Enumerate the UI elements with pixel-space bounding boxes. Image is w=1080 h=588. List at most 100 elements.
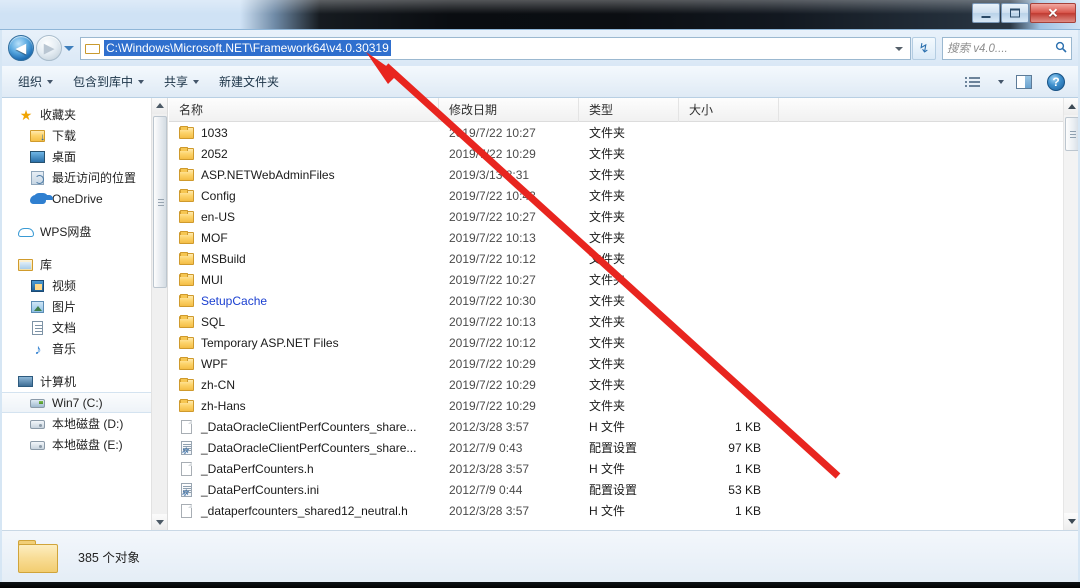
table-row[interactable]: ASP.NETWebAdminFiles 2019/3/13 8:31 文件夹 <box>169 164 1063 185</box>
table-row[interactable]: Config 2019/7/22 10:43 文件夹 <box>169 185 1063 206</box>
file-icon <box>179 419 195 435</box>
sidebar-item-local-disk-d[interactable]: 本地磁盘 (D:) <box>0 413 167 434</box>
sidebar-label: 本地磁盘 (D:) <box>52 417 124 431</box>
file-name-cell: MUI <box>169 272 439 288</box>
file-name-text: _DataOracleClientPerfCounters_share... <box>201 440 417 455</box>
scroll-up-button[interactable] <box>152 98 167 114</box>
file-type-cell: 文件夹 <box>589 399 626 413</box>
column-headers: 名称 修改日期 类型 大小 <box>169 97 1063 122</box>
view-chevron-down-icon[interactable] <box>998 79 1004 84</box>
column-header-size[interactable]: 大小 <box>679 97 779 122</box>
table-row[interactable]: SQL 2019/7/22 10:13 文件夹 <box>169 311 1063 332</box>
sidebar-divider <box>0 359 167 371</box>
sidebar-item-local-disk-e[interactable]: 本地磁盘 (E:) <box>0 434 167 455</box>
change-view-button[interactable] <box>965 71 990 93</box>
sidebar-group-computer[interactable]: 计算机 <box>0 371 167 392</box>
cloud-icon <box>30 191 46 207</box>
sidebar-label: 收藏夹 <box>40 108 77 122</box>
table-row[interactable]: _DataPerfCounters.h 2012/3/28 3:57 H 文件 1 K… <box>169 458 1063 479</box>
file-date-cell: 2019/7/22 10:29 <box>449 398 536 413</box>
close-button[interactable]: ✕ <box>1030 3 1076 23</box>
minimize-button[interactable] <box>972 3 1000 23</box>
file-name-cell: zh-Hans <box>169 398 439 414</box>
scroll-down-button[interactable] <box>152 514 167 530</box>
file-name-text: Config <box>201 188 236 203</box>
new-folder-button[interactable]: 新建文件夹 <box>209 69 289 94</box>
preview-pane-button[interactable] <box>1012 71 1036 93</box>
table-row[interactable]: MUI 2019/7/22 10:27 文件夹 <box>169 269 1063 290</box>
sidebar-group-libraries[interactable]: 库 <box>0 254 167 275</box>
table-row[interactable]: Temporary ASP.NET Files 2019/7/22 10:12 文件… <box>169 332 1063 353</box>
window-frame-bottom <box>0 582 1080 588</box>
sidebar-item-music[interactable]: ♪ 音乐 <box>0 338 167 359</box>
table-row[interactable]: zh-CN 2019/7/22 10:29 文件夹 <box>169 374 1063 395</box>
table-row[interactable]: _DataOracleClientPerfCounters_share... 20… <box>169 416 1063 437</box>
refresh-button[interactable]: ↯ <box>912 36 936 60</box>
file-size-cell: 1 KB <box>734 419 761 434</box>
sidebar-item-wps-cloud[interactable]: WPS网盘 <box>0 221 167 242</box>
status-bar: 385 个对象 <box>0 530 1080 582</box>
table-row[interactable]: en-US 2019/7/22 10:27 文件夹 <box>169 206 1063 227</box>
file-name-text: SetupCache <box>201 293 268 308</box>
file-name-cell: WPF <box>169 356 439 372</box>
file-type-cell: 文件夹 <box>589 252 626 266</box>
maximize-button[interactable] <box>1001 3 1029 23</box>
sidebar-label: 音乐 <box>52 342 77 356</box>
include-in-library-button[interactable]: 包含到库中 <box>63 69 154 94</box>
sidebar-item-onedrive[interactable]: OneDrive <box>0 188 167 209</box>
table-row[interactable]: WPF 2019/7/22 10:29 文件夹 <box>169 353 1063 374</box>
column-header-date[interactable]: 修改日期 <box>439 97 579 122</box>
history-dropdown-button[interactable] <box>62 35 76 61</box>
column-header-name[interactable]: 名称 <box>169 97 439 122</box>
file-name-text: zh-Hans <box>201 398 246 413</box>
chevron-down-icon <box>193 79 200 84</box>
sidebar-item-desktop[interactable]: 桌面 <box>0 146 167 167</box>
forward-button[interactable]: ▶ <box>36 35 62 61</box>
address-chevron-down-icon[interactable] <box>890 38 908 59</box>
table-row[interactable]: SetupCache 2019/7/22 10:30 文件夹 <box>169 290 1063 311</box>
file-name-cell: Temporary ASP.NET Files <box>169 335 439 351</box>
file-name-text: _dataperfcounters_shared12_neutral.h <box>201 503 408 518</box>
table-row[interactable]: 2052 2019/7/22 10:29 文件夹 <box>169 143 1063 164</box>
sidebar-group-favorites[interactable]: ★ 收藏夹 <box>0 104 167 125</box>
sidebar-item-documents[interactable]: 文档 <box>0 317 167 338</box>
organize-label: 组织 <box>18 75 43 89</box>
search-input[interactable]: 搜索 v4.0.... <box>947 40 1055 56</box>
address-input[interactable]: C:\Windows\Microsoft.NET\Framework64\v4.… <box>80 36 911 60</box>
file-type-cell: 文件夹 <box>589 210 626 224</box>
back-button[interactable]: ◀ <box>8 35 34 61</box>
folder-icon <box>179 209 195 225</box>
file-name-cell: Config <box>169 188 439 204</box>
table-row[interactable]: MSBuild 2019/7/22 10:12 文件夹 <box>169 248 1063 269</box>
table-row[interactable]: zh-Hans 2019/7/22 10:29 文件夹 <box>169 395 1063 416</box>
file-date-cell: 2019/7/22 10:30 <box>449 293 536 308</box>
table-row[interactable]: _DataPerfCounters.ini 2012/7/9 0:44 配置设置 53… <box>169 479 1063 500</box>
file-name-text: ASP.NETWebAdminFiles <box>201 167 335 182</box>
search-box[interactable]: 搜索 v4.0.... <box>942 36 1072 60</box>
scrollbar-thumb[interactable] <box>153 116 167 288</box>
file-date-cell: 2019/7/22 10:29 <box>449 356 536 371</box>
window-controls: ✕ <box>972 3 1076 23</box>
column-header-type[interactable]: 类型 <box>579 97 679 122</box>
file-icon <box>179 461 195 477</box>
organize-button[interactable]: 组织 <box>8 69 63 94</box>
help-button[interactable]: ? <box>1044 71 1068 93</box>
folder-icon <box>179 356 195 372</box>
sidebar-item-recent-places[interactable]: 最近访问的位置 <box>0 167 167 188</box>
computer-icon <box>18 374 34 390</box>
sidebar-item-downloads[interactable]: 下载 <box>0 125 167 146</box>
table-row[interactable]: 1033 2019/7/22 10:27 文件夹 <box>169 122 1063 143</box>
table-row[interactable]: MOF 2019/7/22 10:13 文件夹 <box>169 227 1063 248</box>
table-row[interactable]: _DataOracleClientPerfCounters_share... 20… <box>169 437 1063 458</box>
hard-drive-system-icon <box>30 395 46 411</box>
share-button[interactable]: 共享 <box>154 69 209 94</box>
sidebar-item-pictures[interactable]: 图片 <box>0 296 167 317</box>
file-date-cell: 2019/7/22 10:27 <box>449 272 536 287</box>
table-row[interactable]: _dataperfcounters_shared12_neutral.h 2012… <box>169 500 1063 521</box>
file-date-cell: 2019/3/13 8:31 <box>449 167 530 182</box>
file-size-cell: 53 KB <box>728 482 761 497</box>
sidebar-item-videos[interactable]: 视频 <box>0 275 167 296</box>
sidebar-item-win7-c[interactable]: Win7 (C:) <box>0 392 159 413</box>
sidebar-label: 桌面 <box>52 150 77 164</box>
navigation-scrollbar[interactable] <box>151 98 167 530</box>
